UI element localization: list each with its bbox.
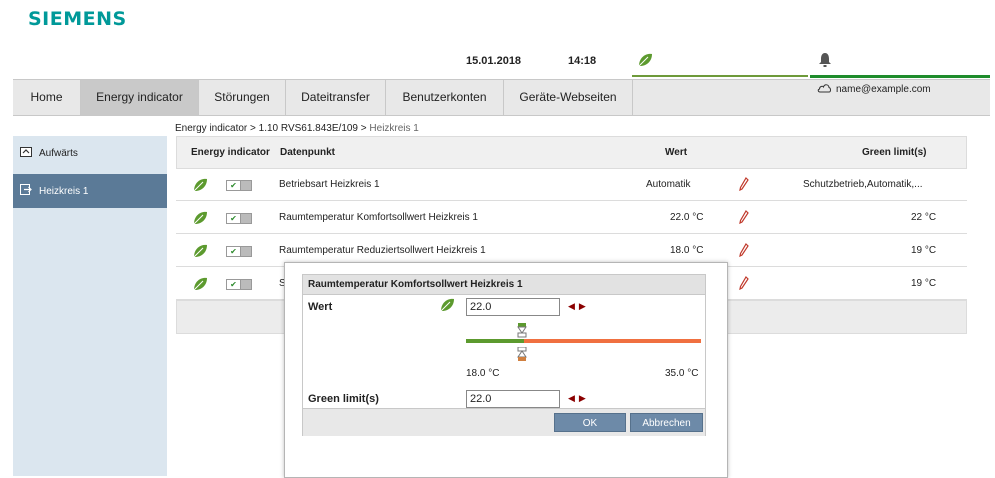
breadcrumb-current: Heizkreis 1 — [369, 123, 419, 134]
green-limit-value: 19 °C — [911, 245, 937, 256]
energy-indicator-toggle[interactable]: ✔ — [226, 180, 252, 191]
green-limit-stepper[interactable]: ◀▶ — [568, 393, 590, 404]
folder-up-icon — [20, 146, 32, 160]
pencil-icon[interactable] — [739, 177, 749, 194]
datapoint-value: 22.0 °C — [670, 212, 704, 223]
leaf-icon[interactable] — [637, 52, 653, 71]
energy-indicator-toggle[interactable]: ✔ — [226, 213, 252, 224]
leaf-icon — [192, 177, 208, 196]
siemens-logo: SIEMENS — [28, 8, 127, 30]
energy-indicator-toggle[interactable]: ✔ — [226, 246, 252, 257]
edit-datapoint-dialog: Raumtemperatur Komfortsollwert Heizkreis… — [284, 262, 728, 478]
cloud-icon — [817, 83, 832, 96]
bell-icon[interactable] — [818, 52, 832, 71]
cancel-button[interactable]: Abbrechen — [630, 413, 703, 432]
dialog-panel: Raumtemperatur Komfortsollwert Heizkreis… — [302, 274, 706, 436]
tab-dateitransfer[interactable]: Dateitransfer — [286, 80, 386, 115]
time-display: 14:18 — [568, 55, 597, 67]
dialog-title: Raumtemperatur Komfortsollwert Heizkreis… — [303, 275, 705, 295]
sidebar-item-up[interactable]: Aufwärts — [13, 138, 167, 168]
tab-benutzerkonten[interactable]: Benutzerkonten — [386, 80, 504, 115]
leaf-icon — [192, 276, 208, 295]
user-email: name@example.com — [836, 84, 931, 95]
ok-button[interactable]: OK — [554, 413, 626, 432]
sidebar-item-label: Aufwärts — [39, 147, 78, 159]
date-display: 15.01.2018 — [466, 55, 522, 67]
leaf-icon — [439, 297, 455, 316]
pencil-icon[interactable] — [739, 276, 749, 293]
check-icon: ✔ — [227, 247, 241, 256]
sidebar-item-heizkreis-1[interactable]: Heizkreis 1 — [13, 174, 167, 208]
dialog-footer: OK Abbrechen — [303, 408, 705, 436]
green-limit-value: 22 °C — [911, 212, 937, 223]
table-header: Energy indicator Datenpunkt Wert Green l… — [176, 136, 967, 169]
check-icon: ✔ — [227, 181, 241, 190]
header-green-limits: Green limit(s) — [862, 147, 927, 158]
status-line-alarms — [810, 75, 990, 78]
sidebar: Aufwärts Heizkreis 1 — [13, 136, 167, 476]
header-datenpunkt: Datenpunkt — [280, 147, 335, 158]
green-limit-label: Green limit(s) — [308, 393, 379, 405]
status-line-energy — [632, 75, 808, 77]
datapoint-name: Betriebsart Heizkreis 1 — [279, 179, 380, 190]
tab-geraete-webseiten[interactable]: Geräte-Webseiten — [504, 80, 633, 115]
value-label: Wert — [308, 301, 333, 313]
sidebar-item-label: Heizkreis 1 — [39, 185, 89, 197]
green-limit-value: Schutzbetrieb,Automatik,... — [803, 179, 923, 190]
green-limit-input[interactable]: 22.0 — [466, 390, 560, 408]
tab-stoerungen[interactable]: Störungen — [199, 80, 286, 115]
table-row[interactable]: ✔ Raumtemperatur Komfortsollwert Heizkre… — [176, 202, 967, 234]
header-energy-indicator: Energy indicator — [191, 147, 270, 158]
value-stepper[interactable]: ◀▶ — [568, 301, 590, 312]
leaf-icon — [192, 243, 208, 262]
datapoint-value: Automatik — [646, 179, 691, 190]
datapoint-name: Raumtemperatur Reduziertsollwert Heizkre… — [279, 245, 486, 256]
leaf-icon — [192, 210, 208, 229]
table-row[interactable]: ✔ Betriebsart Heizkreis 1 Automatik Schu… — [176, 169, 967, 201]
breadcrumb-path[interactable]: Energy indicator > 1.10 RVS61.843E/109 > — [175, 123, 369, 134]
check-icon: ✔ — [227, 214, 241, 223]
check-icon: ✔ — [227, 280, 241, 289]
pencil-icon[interactable] — [739, 243, 749, 260]
slider-orange-range — [524, 339, 701, 343]
user-account[interactable]: name@example.com — [817, 83, 931, 96]
tab-home[interactable]: Home — [13, 80, 81, 115]
list-icon — [20, 184, 32, 198]
range-max-label: 35.0 °C — [665, 368, 699, 379]
value-input[interactable]: 22.0 — [466, 298, 560, 316]
pencil-icon[interactable] — [739, 210, 749, 227]
lower-slider-handle[interactable] — [517, 346, 527, 361]
datapoint-value: 18.0 °C — [670, 245, 704, 256]
breadcrumb: Energy indicator > 1.10 RVS61.843E/109 >… — [175, 123, 419, 134]
datapoint-name: Raumtemperatur Komfortsollwert Heizkreis… — [279, 212, 478, 223]
slider-green-range — [466, 339, 524, 343]
energy-indicator-toggle[interactable]: ✔ — [226, 279, 252, 290]
range-min-label: 18.0 °C — [466, 368, 500, 379]
tab-energy-indicator[interactable]: Energy indicator — [81, 80, 199, 115]
header-wert: Wert — [665, 147, 688, 158]
green-limit-value: 19 °C — [911, 278, 937, 289]
upper-slider-handle[interactable] — [517, 323, 527, 338]
